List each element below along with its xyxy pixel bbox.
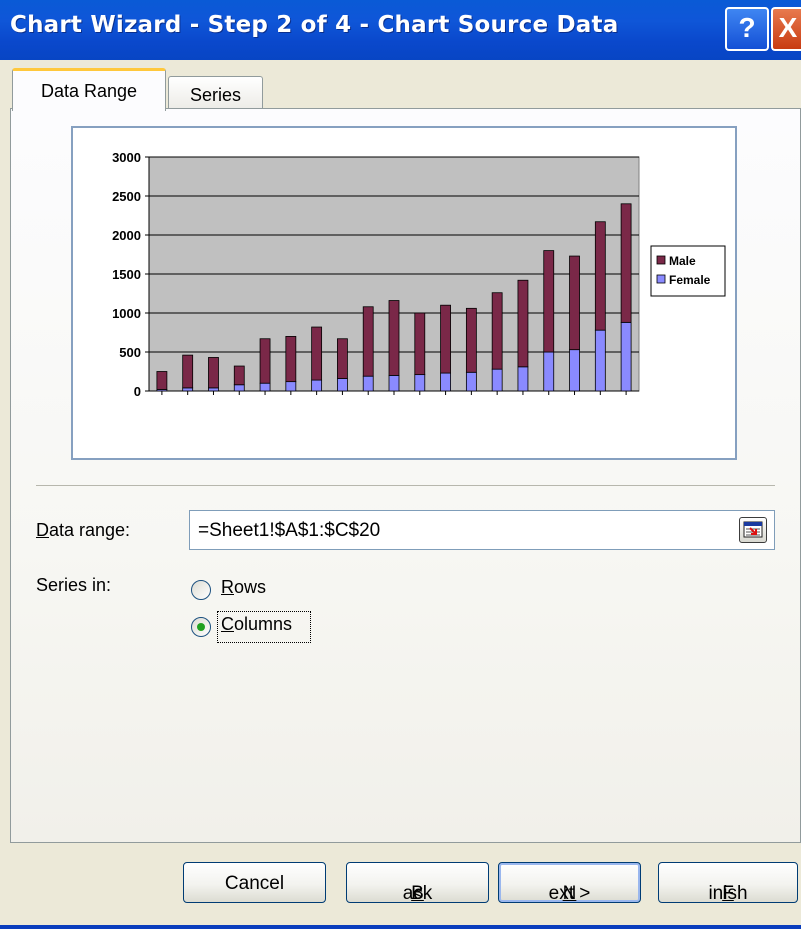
- bar-female: [182, 387, 194, 392]
- bar-female: [388, 374, 400, 392]
- finish-rest: inish: [708, 883, 748, 904]
- bar-female: [311, 379, 323, 392]
- close-icon: X: [778, 12, 798, 43]
- close-button[interactable]: X: [771, 7, 801, 51]
- bar-male: [285, 335, 297, 383]
- bar-male: [388, 300, 400, 376]
- bar-female: [208, 387, 219, 392]
- legend-swatch: [656, 274, 666, 284]
- tab-series[interactable]: Series: [168, 76, 263, 110]
- series-in-label: Series in:: [36, 575, 112, 595]
- columns-label-rest: olumns: [234, 614, 293, 634]
- bar-female: [491, 368, 503, 392]
- collapse-dialog-button[interactable]: [739, 517, 767, 543]
- bar-female: [465, 371, 477, 392]
- bar-male: [517, 279, 529, 368]
- chart-preview: 3000 2500 2000 1500 1000 500 0 Male Female: [71, 126, 737, 460]
- columns-accel: C: [221, 614, 234, 634]
- next-button[interactable]: Next >: [498, 862, 641, 904]
- back-rest: ack: [402, 883, 433, 904]
- finish-button[interactable]: Finish: [658, 862, 798, 904]
- bar-female: [594, 329, 606, 392]
- bar-female: [259, 382, 271, 392]
- collapse-dialog-icon: [743, 521, 763, 538]
- bar-male: [337, 338, 348, 379]
- bar-male: [491, 292, 503, 370]
- bar-female: [414, 374, 426, 392]
- bar-female: [362, 375, 374, 392]
- rows-radio[interactable]: [191, 580, 211, 600]
- bar-male: [543, 250, 555, 353]
- bar-male: [569, 255, 580, 351]
- y-tick-label: 0: [134, 384, 141, 399]
- bar-female: [543, 351, 555, 392]
- y-tick-label: 1500: [112, 267, 141, 282]
- y-tick-label: 2500: [112, 189, 141, 204]
- y-tick-label: 3000: [112, 150, 141, 165]
- bar-male: [620, 203, 632, 323]
- columns-radio[interactable]: [191, 617, 211, 637]
- data-range-accel: D: [36, 520, 49, 540]
- cancel-label: Cancel: [224, 873, 285, 894]
- data-range-label-rest: ata range:: [49, 520, 131, 540]
- bar-female: [620, 321, 632, 392]
- radio-selected-dot: [197, 623, 205, 631]
- bar-male: [208, 357, 219, 389]
- tab-data-range[interactable]: Data Range: [12, 68, 166, 111]
- bar-male: [414, 312, 426, 376]
- rows-accel: R: [221, 577, 234, 597]
- chart-svg: 3000 2500 2000 1500 1000 500 0 Male Female: [112, 150, 726, 399]
- columns-label[interactable]: Columns: [221, 614, 292, 635]
- bar-female: [440, 372, 451, 392]
- bar-female: [233, 384, 245, 392]
- window-bottom-border: [0, 925, 801, 929]
- window-title: Chart Wizard - Step 2 of 4 - Chart Sourc…: [10, 12, 619, 38]
- rows-label[interactable]: Rows: [221, 577, 266, 598]
- bar-female: [569, 349, 580, 392]
- separator: [36, 485, 775, 486]
- legend-label: Male: [669, 254, 696, 268]
- title-bar[interactable]: Chart Wizard - Step 2 of 4 - Chart Sourc…: [0, 0, 801, 60]
- bar-male: [182, 354, 194, 389]
- tab-series-label: Series: [189, 85, 242, 105]
- legend-swatch: [656, 255, 666, 265]
- help-icon: ?: [738, 12, 756, 43]
- cancel-button[interactable]: Cancel: [183, 862, 326, 903]
- y-tick-label: 500: [119, 345, 141, 360]
- data-range-input[interactable]: =Sheet1!$A$1:$C$20: [189, 510, 775, 550]
- legend-label: Female: [669, 273, 711, 287]
- next-rest: ext >: [548, 883, 591, 904]
- bar-male: [465, 307, 477, 373]
- bar-male: [440, 304, 451, 374]
- bar-male: [259, 338, 271, 384]
- data-range-label: Data range:: [36, 520, 130, 541]
- tab-panel: 3000 2500 2000 1500 1000 500 0 Male Female Data …: [10, 108, 801, 843]
- tab-data-range-label: Data Range: [40, 81, 138, 101]
- rows-label-rest: ows: [234, 577, 267, 597]
- help-button[interactable]: ?: [725, 7, 769, 51]
- y-tick-label: 1000: [112, 306, 141, 321]
- back-button[interactable]: < Back: [346, 862, 489, 904]
- bar-female: [517, 366, 529, 392]
- bar-male: [311, 326, 323, 381]
- bar-male: [156, 371, 168, 390]
- bar-male: [362, 306, 374, 377]
- bar-male: [233, 365, 245, 386]
- data-range-value: =Sheet1!$A$1:$C$20: [198, 520, 381, 541]
- bar-female: [285, 381, 297, 392]
- bar-male: [594, 221, 606, 331]
- bar-female: [337, 378, 348, 392]
- y-tick-label: 2000: [112, 228, 141, 243]
